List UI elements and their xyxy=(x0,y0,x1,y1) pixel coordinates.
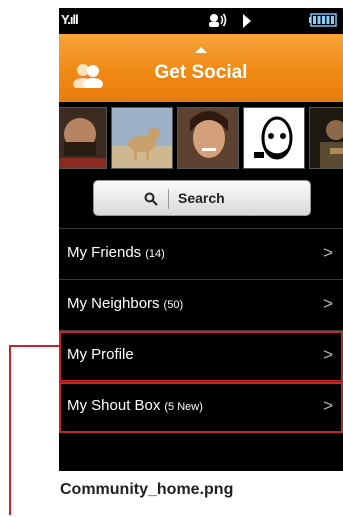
friend-photo[interactable] xyxy=(243,107,305,169)
page-title: Get Social xyxy=(154,62,248,83)
search-button[interactable]: Search xyxy=(93,180,311,216)
play-icon xyxy=(243,14,251,28)
search-divider xyxy=(168,189,169,209)
callout-line xyxy=(9,345,11,515)
item-count: (14) xyxy=(145,248,165,260)
signal-indicator: Y.ıll xyxy=(61,12,79,27)
menu-item-label: My Friends (14) xyxy=(67,244,165,261)
image-caption: Community_home.png xyxy=(60,481,234,498)
menu-item-my-neighbors[interactable]: My Neighbors (50) > xyxy=(59,279,343,330)
menu-item-my-friends[interactable]: My Friends (14) > xyxy=(59,228,343,279)
callout-line xyxy=(9,345,59,347)
chevron-right-icon: > xyxy=(323,294,333,313)
menu-item-label: My Profile xyxy=(67,346,134,363)
signal-label: Y.ıll xyxy=(61,12,79,27)
friend-photo[interactable] xyxy=(111,107,173,169)
phone-screen: Y.ıll Get Social Search My Friends (14) … xyxy=(59,8,343,471)
menu-item-my-shout-box[interactable]: My Shout Box (5 New) > xyxy=(59,381,343,433)
menu-item-label: My Neighbors (50) xyxy=(67,295,184,312)
friend-photo[interactable] xyxy=(177,107,239,169)
menu-item-label: My Shout Box (5 New) xyxy=(67,397,203,414)
friend-photo[interactable] xyxy=(59,107,107,169)
chevron-right-icon: > xyxy=(323,396,333,415)
search-icon xyxy=(144,192,158,206)
get-social-header: Get Social xyxy=(59,34,343,102)
battery-icon xyxy=(309,13,337,27)
search-label: Search xyxy=(178,190,225,206)
community-menu: My Friends (14) > My Neighbors (50) > My P… xyxy=(59,228,343,433)
status-bar: Y.ıll xyxy=(59,8,343,34)
item-count: (5 New) xyxy=(164,401,203,413)
item-count: (50) xyxy=(163,299,184,311)
chevron-right-icon: > xyxy=(323,345,333,364)
chevron-right-icon: > xyxy=(323,243,333,262)
bluetooth-headset-icon xyxy=(209,13,227,27)
up-arrow-icon[interactable] xyxy=(195,47,207,53)
friend-photo[interactable] xyxy=(309,107,343,169)
search-area: Search xyxy=(59,176,343,228)
photo-strip[interactable] xyxy=(59,102,343,176)
menu-item-my-profile[interactable]: My Profile > xyxy=(59,330,343,382)
